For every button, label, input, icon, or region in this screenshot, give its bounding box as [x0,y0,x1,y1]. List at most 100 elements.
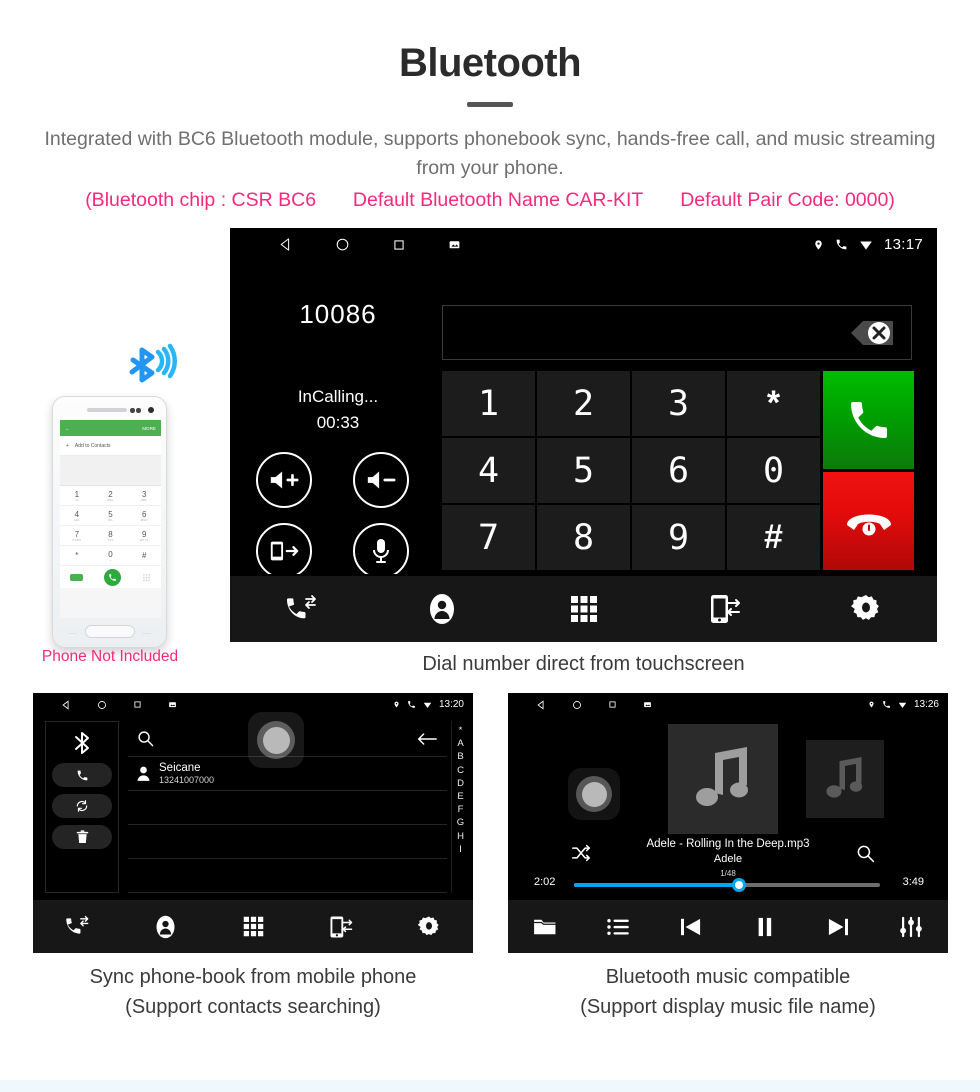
volume-up-button[interactable] [256,452,312,508]
contact-person-icon [430,594,455,624]
album-art-next[interactable] [806,740,884,818]
status-bar-clock: 13:20 [438,699,464,710]
index-letter[interactable]: D [457,778,464,789]
phone-not-included-note: Phone Not Included [41,648,179,665]
microphone-icon [373,539,389,563]
home-icon[interactable] [97,700,107,710]
alphabet-index[interactable]: * A B C D E F G H I [451,721,469,893]
key-hash[interactable]: # [727,505,820,570]
backspace-delete-icon[interactable] [829,315,897,351]
mute-microphone-button[interactable] [353,523,409,579]
key-5[interactable]: 5 [537,438,630,503]
progress-bar[interactable] [574,878,880,892]
music-screenshot: 13:26 Adele - Rolling In the Deep.mp3 Ad… [508,693,948,953]
status-indicators: 13:26 [868,693,939,716]
phone-appbar: ← MORE [60,420,161,436]
phone-back-key [142,629,151,634]
dialpad-grid-icon [570,596,597,622]
nav-sync-phone[interactable] [297,915,385,939]
nav-contacts[interactable] [121,915,209,939]
index-letter[interactable]: E [457,791,463,802]
sync-contacts-button[interactable] [52,794,112,818]
nav-call-history[interactable] [230,594,371,624]
progress-knob[interactable] [732,878,747,892]
caption-music-line2: (Support display music file name) [580,996,876,1018]
caption-phonebook-line2: (Support contacts searching) [125,996,381,1018]
previous-track-button[interactable] [655,917,728,937]
phone-body: ← MORE + Add to Contacts 1 oo 2 ABC 3 DEF 4… [52,396,167,648]
call-history-icon [286,595,316,619]
key-4[interactable]: 4 [442,438,535,503]
hangup-call-button[interactable] [823,472,914,570]
arrow-left-icon[interactable] [417,732,437,746]
index-letter[interactable]: G [457,817,464,828]
nav-dialpad[interactable] [209,916,297,937]
key-star[interactable]: * [727,371,820,436]
key-1[interactable]: 1 [442,371,535,436]
key-0[interactable]: 0 [727,438,820,503]
index-letter[interactable]: C [457,765,464,776]
recents-icon[interactable] [392,238,406,252]
nav-sync-phone[interactable] [654,593,795,625]
delete-contacts-button[interactable] [52,825,112,849]
bluetooth-icon[interactable] [72,730,92,756]
key-8[interactable]: 8 [537,505,630,570]
recents-icon[interactable] [608,700,617,709]
index-letter[interactable]: H [457,831,464,842]
call-duration: 00:33 [316,413,360,432]
back-icon[interactable] [278,237,293,252]
screenshot-icon[interactable] [643,700,652,709]
home-icon[interactable] [572,700,582,710]
key-3[interactable]: 3 [632,371,725,436]
phone-home-button [85,625,135,638]
phone-sensor-2 [136,408,141,413]
pause-button[interactable] [728,917,801,937]
key-6[interactable]: 6 [632,438,725,503]
phone-appbar-back-icon: ← [65,425,70,431]
phone-earpiece [87,408,127,412]
answer-call-button[interactable] [823,371,914,469]
phone-front-camera [148,407,154,413]
screenshot-icon[interactable] [168,700,177,709]
plus-icon: + [66,442,69,449]
dial-contact-button[interactable] [52,763,112,787]
index-letter[interactable]: A [457,738,463,749]
back-icon[interactable] [61,699,71,710]
next-track-button[interactable] [801,917,874,937]
screenshot-icon[interactable] [448,238,461,251]
home-icon[interactable] [335,237,350,252]
back-icon[interactable] [536,699,546,710]
nav-settings[interactable] [796,593,937,625]
phone-action-row [60,566,161,588]
equalizer-button[interactable] [875,916,948,938]
contact-number: 13241007000 [159,774,215,785]
phone-transfer-icon [270,541,299,561]
dialer-nav-bar [230,574,937,642]
search-icon [138,731,154,747]
nav-settings[interactable] [385,915,473,939]
index-letter[interactable]: B [457,751,463,762]
nav-call-history[interactable] [33,915,121,938]
track-position: 1/48 [720,869,736,878]
title-divider [467,102,513,107]
recents-icon[interactable] [133,700,142,709]
playlist-button[interactable] [581,918,654,936]
index-letter[interactable]: I [459,844,462,855]
index-letter[interactable]: F [458,804,464,815]
hangup-icon [846,514,891,536]
touch-ring [576,776,612,812]
nav-dialpad[interactable] [513,595,654,623]
index-letter[interactable]: * [459,725,463,736]
album-art-current[interactable] [668,724,778,834]
dialer-body: 10086 InCalling... 00:33 1 2 3 * 4 5 6 0… [230,261,937,579]
music-status-bar: 13:26 [508,693,948,716]
number-input-field[interactable] [442,305,912,360]
browse-folder-button[interactable] [508,917,581,937]
caption-phonebook-line1: Sync phone-book from mobile phone [89,966,417,988]
transfer-audio-button[interactable] [256,523,312,579]
key-7[interactable]: 7 [442,505,535,570]
volume-down-button[interactable] [353,452,409,508]
key-2[interactable]: 2 [537,371,630,436]
key-9[interactable]: 9 [632,505,725,570]
nav-contacts[interactable] [371,593,512,625]
